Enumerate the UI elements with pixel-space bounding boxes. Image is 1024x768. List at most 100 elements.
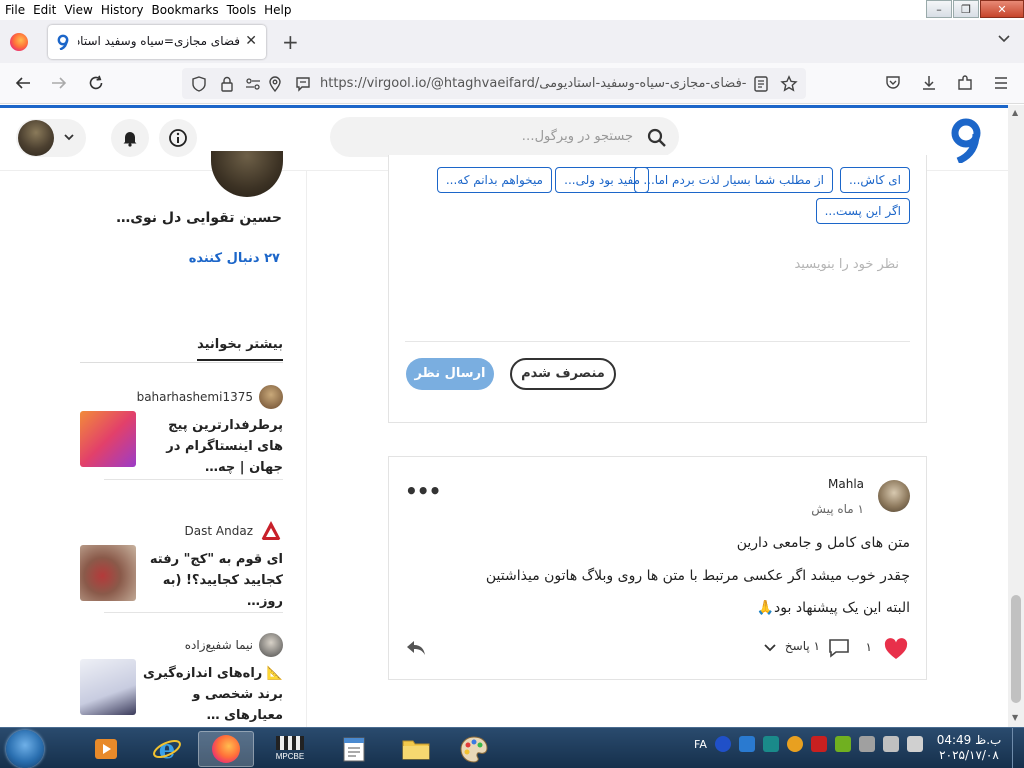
suggestion-chip[interactable]: اگر این پست... xyxy=(815,198,910,224)
dast-andaz-logo-icon xyxy=(261,521,281,540)
pocket-icon[interactable] xyxy=(884,74,902,92)
scrollbar-thumb[interactable] xyxy=(1011,595,1021,703)
location-icon[interactable] xyxy=(266,75,284,93)
recommendation-author-name: baharhashemi1375 xyxy=(136,390,253,404)
show-desktop-button[interactable] xyxy=(1012,728,1024,768)
start-button[interactable] xyxy=(6,730,44,768)
heart-icon[interactable] xyxy=(884,638,908,660)
close-window-button[interactable]: ✕ xyxy=(980,0,1024,18)
network-disconnected-icon[interactable] xyxy=(858,736,875,752)
tab-close-icon[interactable]: ✕ xyxy=(245,33,257,49)
suggestion-chip[interactable]: میخواهم بدانم که... xyxy=(436,167,552,193)
clock[interactable]: 04:49 ب.ظ ۲۰۲۵/۱۷/۰۸ xyxy=(934,733,1004,763)
clock-date: ۲۰۲۵/۱۷/۰۸ xyxy=(939,748,999,762)
reply-arrow-icon[interactable] xyxy=(405,639,427,657)
submit-comment-button[interactable]: ارسال نظر xyxy=(406,358,494,390)
security-app-icon[interactable] xyxy=(762,736,779,752)
suggestion-chip[interactable]: مفید بود ولی... xyxy=(555,167,649,193)
search-box[interactable]: جستجو در ویرگول… xyxy=(330,117,679,157)
taskbar-internet-explorer[interactable]: e xyxy=(139,731,195,767)
info-button[interactable] xyxy=(159,119,197,157)
virgool-favicon-icon xyxy=(57,34,69,50)
page-scrollbar[interactable]: ▲ ▼ xyxy=(1008,105,1024,727)
chevron-down-icon[interactable] xyxy=(764,643,776,653)
language-indicator[interactable]: FA xyxy=(694,738,707,751)
menu-tools[interactable]: Tools xyxy=(223,0,261,20)
firefox-logo-icon[interactable] xyxy=(10,33,28,51)
chevron-down-icon xyxy=(64,134,74,141)
more-options-button[interactable]: ••• xyxy=(405,479,441,503)
url-bar[interactable]: https://virgool.io/@htaghvaeifard/فضای-م… xyxy=(182,68,806,99)
taskbar-paint[interactable] xyxy=(446,731,502,767)
back-arrow-icon[interactable] xyxy=(14,74,32,92)
recommendation-title[interactable]: ای قوم به "کج" رفته کجایید کجایید؟! (به … xyxy=(143,549,283,612)
menu-edit[interactable]: Edit xyxy=(29,0,60,20)
new-tab-button[interactable]: + xyxy=(282,30,299,54)
suggestion-chip[interactable]: از مطلب شما بسیار لذت بردم اما... xyxy=(634,167,833,193)
recommendation-author[interactable]: نیما شفیع‌زاده xyxy=(185,633,283,657)
taskbar-firefox[interactable] xyxy=(198,731,254,767)
window-controls: – ❐ ✕ xyxy=(925,0,1024,20)
user-menu-button[interactable] xyxy=(16,119,86,157)
recommendation-item[interactable]: نیما شفیع‌زاده 📐 راه‌های اندازه‌گیری برن… xyxy=(80,633,283,727)
tab-list-chevron-icon[interactable] xyxy=(998,32,1010,44)
taskbar-file-explorer[interactable] xyxy=(388,731,444,767)
taskbar-media-player[interactable] xyxy=(78,731,134,767)
author-name[interactable]: حسین تقوایی دل نوی… xyxy=(116,210,282,226)
taskbar: e MPCBE FA 04:49 ب.ظ ۲۰۲۵/۱۷/۰۸ xyxy=(0,727,1024,768)
comment-form: ای کاش... از مطلب شما بسیار لذت بردم اما… xyxy=(388,155,927,423)
update-icon[interactable] xyxy=(786,736,803,752)
recommendation-title[interactable]: 📐 راه‌های اندازه‌گیری برند شخصی و معیاره… xyxy=(143,663,283,726)
comment-text-line: متن های کامل و جامعی دارین xyxy=(736,535,910,551)
menu-help[interactable]: Help xyxy=(260,0,295,20)
commenter-name[interactable]: Mahla xyxy=(828,477,864,491)
recommendation-title[interactable]: پرطرفدارترین پیج های اینستاگرام در جهان … xyxy=(143,415,283,478)
taskbar-notepad[interactable] xyxy=(326,731,382,767)
recommendation-author[interactable]: Dast Andaz xyxy=(185,519,283,543)
forward-arrow-icon[interactable] xyxy=(50,74,68,92)
recommendation-item[interactable]: baharhashemi1375 پرطرفدارترین پیج های ای… xyxy=(80,385,283,495)
menu-file[interactable]: File xyxy=(0,0,29,20)
scroll-down-arrow-icon[interactable]: ▼ xyxy=(1012,713,1018,722)
permissions-icon[interactable] xyxy=(244,75,262,93)
cancel-button[interactable]: منصرف شدم xyxy=(510,358,616,390)
flag-icon[interactable] xyxy=(882,736,899,752)
keyboard-icon[interactable] xyxy=(738,736,755,752)
recommendation-thumbnail[interactable] xyxy=(80,659,136,715)
shield-icon[interactable] xyxy=(190,75,208,93)
recommendation-author[interactable]: baharhashemi1375 xyxy=(137,385,283,409)
tab-active[interactable]: فضای مجازی=سیاه وسفید استادیو ✕ xyxy=(48,25,266,59)
more-to-read-title: بیشتر بخوانید xyxy=(197,337,283,361)
recommendation-thumbnail[interactable] xyxy=(80,545,136,601)
recommendation-thumbnail[interactable] xyxy=(80,411,136,467)
followers-count[interactable]: ۲۷ دنبال کننده xyxy=(189,251,280,266)
antivirus-icon[interactable] xyxy=(810,736,827,752)
comment-bubble-icon[interactable] xyxy=(828,638,850,658)
bookmark-star-icon[interactable] xyxy=(780,75,798,93)
downloads-icon[interactable] xyxy=(920,74,938,92)
author-avatar[interactable] xyxy=(211,151,283,197)
help-icon[interactable] xyxy=(714,736,731,752)
replies-count[interactable]: ۱ پاسخ xyxy=(785,639,820,653)
notifications-button[interactable] xyxy=(111,119,149,157)
virgool-logo-icon[interactable] xyxy=(946,117,984,163)
restore-button[interactable]: ❐ xyxy=(953,0,979,18)
hamburger-menu-icon[interactable] xyxy=(992,74,1010,92)
menu-view[interactable]: View xyxy=(60,0,96,20)
scroll-up-arrow-icon[interactable]: ▲ xyxy=(1012,108,1018,117)
menu-history[interactable]: History xyxy=(97,0,148,20)
extensions-icon[interactable] xyxy=(956,74,974,92)
reload-icon[interactable] xyxy=(87,74,105,92)
lock-icon[interactable] xyxy=(218,75,236,93)
recommendation-item[interactable]: Dast Andaz ای قوم به "کج" رفته کجایید کج… xyxy=(80,519,283,615)
suggestion-chip[interactable]: ای کاش... xyxy=(839,167,910,193)
taskbar-mpc-be[interactable]: MPCBE xyxy=(262,731,318,767)
notification-icon[interactable] xyxy=(294,75,312,93)
nvidia-icon[interactable] xyxy=(834,736,851,752)
minimize-button[interactable]: – xyxy=(926,0,952,18)
reader-view-icon[interactable] xyxy=(752,75,770,93)
comment-input[interactable]: نظر خود را بنویسید xyxy=(794,257,899,272)
commenter-avatar[interactable] xyxy=(878,480,910,512)
menu-bookmarks[interactable]: Bookmarks xyxy=(148,0,223,20)
volume-icon[interactable] xyxy=(906,736,923,752)
